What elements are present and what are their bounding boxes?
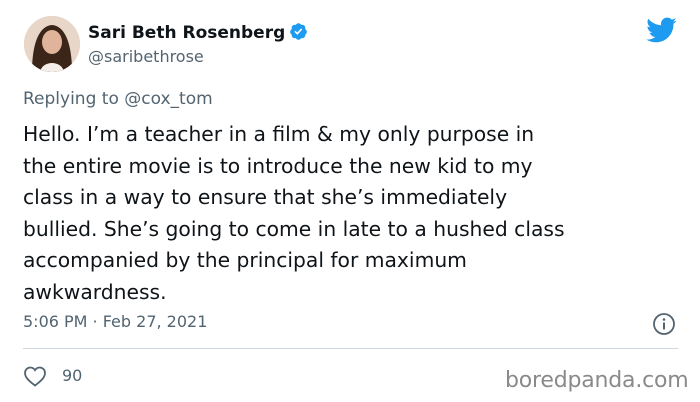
- avatar[interactable]: [24, 16, 80, 72]
- avatar-image: [24, 16, 80, 72]
- like-count: 90: [62, 366, 83, 385]
- verified-badge-icon: [290, 23, 308, 40]
- heart-icon[interactable]: [23, 365, 47, 387]
- tweet-timestamp[interactable]: 5:06 PM · Feb 27, 2021: [23, 312, 207, 331]
- reply-mention-link[interactable]: @cox_tom: [124, 89, 212, 109]
- replying-prefix: Replying to: [23, 89, 125, 109]
- author-name-text: Sari Beth Rosenberg: [88, 23, 286, 43]
- author-name[interactable]: Sari Beth Rosenberg: [88, 22, 308, 43]
- info-icon[interactable]: [652, 312, 676, 336]
- twitter-bird-icon[interactable]: [645, 16, 677, 44]
- tweet-card: Sari Beth Rosenberg @saribethrose Replyi…: [0, 0, 700, 402]
- author-handle[interactable]: @saribethrose: [88, 47, 204, 66]
- tweet-text: Hello. I’m a teacher in a film & my only…: [23, 122, 565, 304]
- replying-to: Replying to @cox_tom: [23, 89, 213, 109]
- divider: [23, 348, 678, 349]
- watermark: boredpanda.com: [505, 368, 689, 393]
